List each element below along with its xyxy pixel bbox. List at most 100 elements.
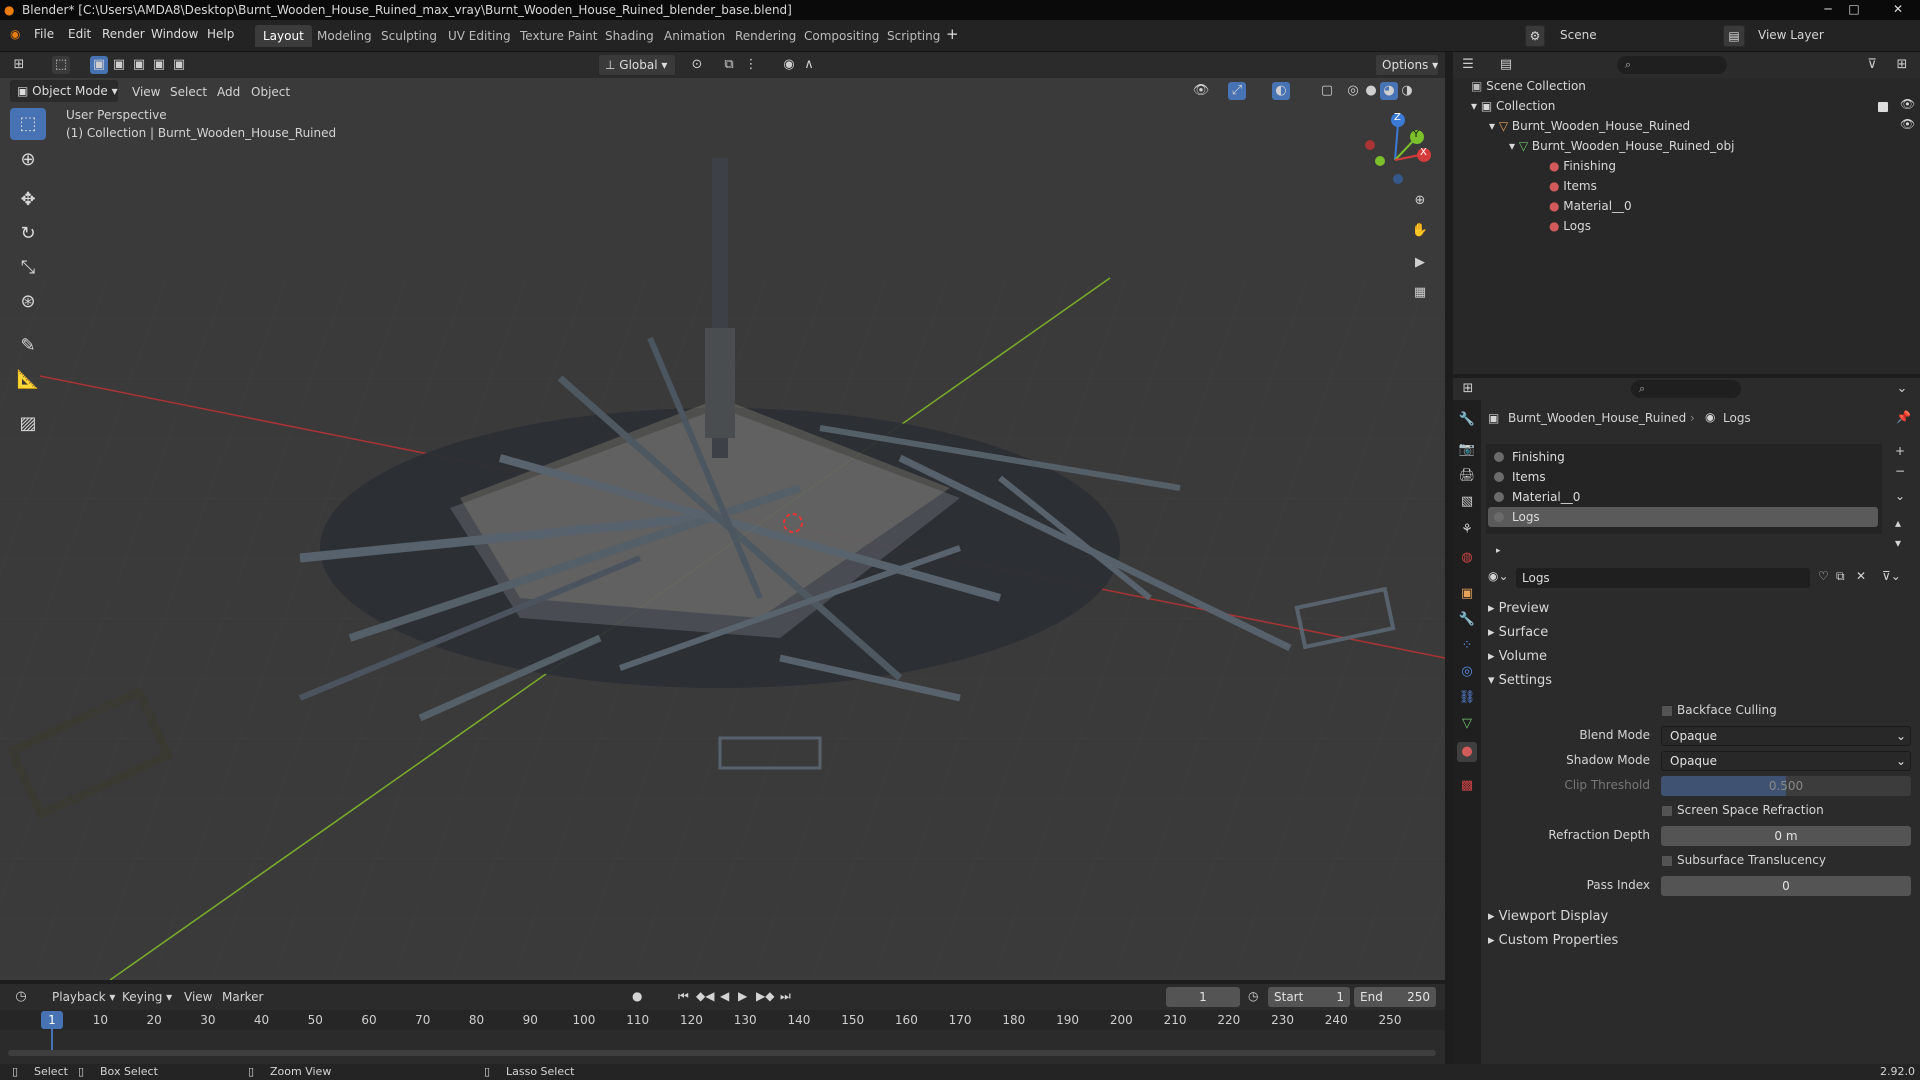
menu-help[interactable]: Help xyxy=(207,27,234,41)
collection-exclude-checkbox[interactable] xyxy=(1877,101,1889,113)
tab-scripting[interactable]: Scripting xyxy=(879,25,948,47)
end-frame-field[interactable]: End 250 xyxy=(1354,987,1436,1007)
panel-settings[interactable]: ▾ Settings xyxy=(1488,670,1552,692)
panel-custom-properties[interactable]: ▸ Custom Properties xyxy=(1488,930,1618,952)
add-slot-icon[interactable]: + xyxy=(1895,444,1905,458)
jump-end-icon[interactable]: ⏭ xyxy=(780,989,791,1004)
snap-icon[interactable]: ⧉ xyxy=(720,56,738,74)
menu-window[interactable]: Window xyxy=(151,27,198,41)
select-extend-icon[interactable]: ▣ xyxy=(110,56,128,74)
fake-user-icon[interactable]: ♡ xyxy=(1818,569,1829,583)
tab-layout[interactable]: Layout xyxy=(255,25,312,47)
physics-tab-icon[interactable]: ◎ xyxy=(1457,662,1477,682)
add-workspace-button[interactable]: + xyxy=(946,25,959,43)
expand-arrow-icon[interactable]: ▾ xyxy=(1509,139,1519,153)
start-frame-field[interactable]: Start 1 xyxy=(1268,987,1350,1007)
use-preview-range-icon[interactable]: ◷ xyxy=(1248,989,1258,1003)
tab-uv-editing[interactable]: UV Editing xyxy=(440,25,519,47)
eye-icon[interactable]: 👁 xyxy=(1900,117,1915,131)
timeline-scrollbar[interactable] xyxy=(8,1050,1436,1056)
material-name-field[interactable]: Logs xyxy=(1516,568,1810,588)
move-icon[interactable]: ✥ xyxy=(10,184,46,216)
current-frame-field[interactable]: 1 xyxy=(1166,987,1240,1007)
next-keyframe-icon[interactable]: ▶◆ xyxy=(756,989,774,1003)
menu-render[interactable]: Render xyxy=(102,27,145,41)
object-tab-icon[interactable]: ▣ xyxy=(1457,584,1477,604)
view-layer-tab-icon[interactable]: ▧ xyxy=(1457,492,1477,512)
tool-tab-icon[interactable]: 🔧 xyxy=(1457,410,1477,430)
menu-add[interactable]: Add xyxy=(217,85,240,99)
particles-tab-icon[interactable]: ⁘ xyxy=(1457,636,1477,656)
outliner-row-scene-collection[interactable]: ▣ Scene Collection xyxy=(1471,76,1586,96)
shadow-mode-dropdown[interactable]: Opaque ⌄ xyxy=(1661,751,1911,771)
select-intersect-icon[interactable]: ▣ xyxy=(170,56,188,74)
perspective-toggle-icon[interactable]: ▦ xyxy=(1411,284,1429,302)
tab-compositing[interactable]: Compositing xyxy=(796,25,887,47)
visibility-icon[interactable]: 👁 xyxy=(1192,82,1210,100)
menu-file[interactable]: File xyxy=(34,27,54,41)
scene-tab-icon[interactable]: ⚘ xyxy=(1457,520,1477,540)
3d-viewport[interactable]: User Perspective (1) Collection | Burnt_… xyxy=(0,78,1445,980)
gizmo-toggle-icon[interactable]: ⤢ xyxy=(1228,82,1246,100)
constraints-tab-icon[interactable]: ⛓ xyxy=(1457,688,1477,708)
scene-selector-icon[interactable]: ⚙ xyxy=(1525,25,1545,47)
mode-dropdown[interactable]: ▣ Object Mode ▾ xyxy=(10,80,118,102)
outliner-search-input[interactable]: ⌕ xyxy=(1617,56,1727,74)
play-icon[interactable]: ▶ xyxy=(738,989,747,1003)
new-collection-icon[interactable]: ⊞ xyxy=(1893,56,1911,74)
move-slot-up-icon[interactable]: ▴ xyxy=(1895,516,1901,530)
slot-specials-icon[interactable]: ⌄ xyxy=(1895,489,1905,503)
xray-icon[interactable]: ▢ xyxy=(1318,82,1336,100)
display-mode-icon[interactable]: ▤ xyxy=(1497,56,1515,74)
tab-texture-paint[interactable]: Texture Paint xyxy=(512,25,605,47)
tab-shading[interactable]: Shading xyxy=(597,25,662,47)
pin-icon[interactable]: 📌 xyxy=(1896,410,1911,424)
timeline-editor-icon[interactable]: ◷ xyxy=(12,988,30,1006)
outliner-row-material[interactable]: ● Items xyxy=(1549,176,1597,196)
menu-keying[interactable]: Keying ▾ xyxy=(122,990,172,1004)
falloff-icon[interactable]: ∧ xyxy=(800,56,818,74)
select-invert-icon[interactable]: ▣ xyxy=(150,56,168,74)
filter-icon[interactable]: ⊽⌄ xyxy=(1882,569,1901,583)
render-tab-icon[interactable]: 📷 xyxy=(1457,440,1477,460)
outliner-editor-icon[interactable]: ☰ xyxy=(1459,56,1477,74)
expand-arrow-icon[interactable]: ▾ xyxy=(1489,119,1499,133)
pivot-point-icon[interactable]: ⊙ xyxy=(688,56,706,74)
material-slot-active[interactable]: Logs xyxy=(1488,507,1878,527)
menu-marker[interactable]: Marker xyxy=(222,990,263,1004)
unlink-material-icon[interactable]: ✕ xyxy=(1856,569,1866,583)
solid-shading-icon[interactable]: ● xyxy=(1362,82,1380,100)
outliner-row-collection[interactable]: ▾ ▣ Collection xyxy=(1471,96,1555,116)
refraction-depth-field[interactable]: 0 m xyxy=(1661,826,1911,846)
material-slot[interactable]: Material__0 xyxy=(1488,487,1878,507)
remove-slot-icon[interactable]: − xyxy=(1895,464,1905,478)
properties-editor-icon[interactable]: ⊞ xyxy=(1459,380,1477,398)
cursor-icon[interactable]: ⊕ xyxy=(10,144,46,176)
select-new-icon[interactable]: ▣ xyxy=(90,56,108,74)
record-icon[interactable]: ● xyxy=(632,989,642,1003)
maximize-button[interactable]: □ xyxy=(1842,1,1866,18)
pass-index-field[interactable]: 0 xyxy=(1661,876,1911,896)
menu-object[interactable]: Object xyxy=(251,85,290,99)
rotate-icon[interactable]: ↻ xyxy=(10,218,46,250)
jump-start-icon[interactable]: ⏮ xyxy=(678,989,689,1004)
expand-arrow-icon[interactable]: ▾ xyxy=(1471,99,1481,113)
snap-target-icon[interactable]: ⋮ xyxy=(742,56,760,74)
tab-modeling[interactable]: Modeling xyxy=(309,25,380,47)
tab-rendering[interactable]: Rendering xyxy=(727,25,804,47)
eye-icon[interactable]: 👁 xyxy=(1900,97,1915,111)
pan-hand-icon[interactable]: ✋ xyxy=(1411,222,1429,240)
proportional-edit-icon[interactable]: ◉ xyxy=(780,56,798,74)
scale-icon[interactable]: ⤡ xyxy=(10,252,46,284)
wireframe-shading-icon[interactable]: ◎ xyxy=(1344,82,1362,100)
outliner-row-material[interactable]: ● Logs xyxy=(1549,216,1591,236)
material-slot[interactable]: Items xyxy=(1488,467,1878,487)
rendered-shading-icon[interactable]: ◑ xyxy=(1398,82,1416,100)
blend-mode-dropdown[interactable]: Opaque ⌄ xyxy=(1661,726,1911,746)
modifier-tab-icon[interactable]: 🔧 xyxy=(1457,610,1477,630)
output-tab-icon[interactable]: 🖨 xyxy=(1457,466,1477,486)
outliner-row-object[interactable]: ▾ ▽ Burnt_Wooden_House_Ruined xyxy=(1489,116,1690,136)
options-dropdown[interactable]: Options ▾ xyxy=(1375,54,1439,76)
overlay-toggle-icon[interactable]: ◐ xyxy=(1272,82,1290,100)
view-layer-name[interactable]: View Layer xyxy=(1758,28,1824,42)
